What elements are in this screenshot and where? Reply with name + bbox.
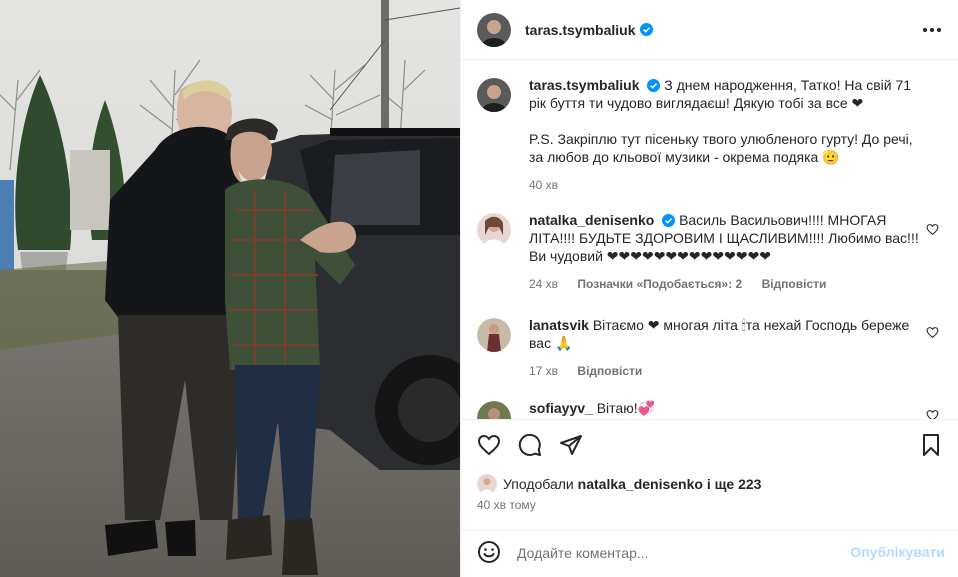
verified-badge-icon xyxy=(639,23,653,36)
photo-father-and-son xyxy=(0,0,460,577)
comment-item: sofiayyv_ Вітаю!💞 xyxy=(477,399,947,419)
caption-meta: 40 хв xyxy=(529,176,924,194)
reply-button[interactable]: Відповісти xyxy=(762,277,827,291)
caption-ps-text: P.S. Закріплю тут пісеньку твого улюблен… xyxy=(529,131,913,165)
post-photo[interactable] xyxy=(0,0,460,577)
comment-item: lanatsvik Вітаємо ❤ многая літа 🕯та неха… xyxy=(477,316,947,380)
caption-author-avatar[interactable] xyxy=(477,78,511,112)
like-comment-heart-icon[interactable] xyxy=(926,326,939,339)
comment-text: Вітаю!💞 xyxy=(596,400,656,416)
comment-bubble-icon[interactable] xyxy=(518,433,542,457)
post-actions: Уподобали natalka_denisenko і ще 223 40 … xyxy=(461,419,958,531)
reply-button[interactable]: Відповісти xyxy=(577,364,642,378)
commenter-avatar[interactable] xyxy=(477,213,511,247)
share-send-icon[interactable] xyxy=(559,433,583,457)
more-options-icon[interactable] xyxy=(921,20,943,40)
caption-time[interactable]: 40 хв xyxy=(529,178,558,192)
post-caption: taras.tsymbaliuk З днем народження, Татк… xyxy=(477,76,947,194)
comment-input[interactable] xyxy=(517,543,847,563)
comments-list[interactable]: taras.tsymbaliuk З днем народження, Татк… xyxy=(461,61,958,419)
comment-meta: 17 хв Відповісти xyxy=(529,362,924,380)
comment-composer: Опублікувати xyxy=(461,530,958,577)
author-avatar[interactable] xyxy=(477,12,511,47)
caption-username[interactable]: taras.tsymbaliuk xyxy=(529,77,640,93)
post-comment-button[interactable]: Опублікувати xyxy=(850,544,945,560)
commenter-avatar[interactable] xyxy=(477,318,511,352)
comment-time[interactable]: 17 хв xyxy=(529,364,558,378)
commenter-username[interactable]: lanatsvik xyxy=(529,317,589,333)
liked-by: Уподобали natalka_denisenko і ще 223 xyxy=(477,474,761,494)
post-header: taras.tsymbaliuk xyxy=(461,0,958,60)
liked-by-prefix: Уподобали xyxy=(503,476,574,492)
commenter-avatar[interactable] xyxy=(477,401,511,419)
post-timestamp[interactable]: 40 хв тому xyxy=(477,498,536,512)
comment-likes-count[interactable]: Позначки «Подобається»: 2 xyxy=(577,277,742,291)
verified-badge-icon xyxy=(662,214,676,227)
commenter-username[interactable]: sofiayyv_ xyxy=(529,400,593,416)
commenter-username[interactable]: natalka_denisenko xyxy=(529,212,654,228)
comment-time[interactable]: 24 хв xyxy=(529,277,558,291)
author-username[interactable]: taras.tsymbaliuk xyxy=(525,22,636,38)
post-side-panel: taras.tsymbaliuk taras.tsymbaliuk З днем… xyxy=(460,0,958,577)
liker-avatar[interactable] xyxy=(477,474,497,494)
verified-badge-icon xyxy=(647,79,661,92)
comment-meta: 24 хв Позначки «Подобається»: 2 Відповіс… xyxy=(529,275,924,293)
instagram-post: taras.tsymbaliuk taras.tsymbaliuk З днем… xyxy=(0,0,958,577)
like-heart-icon[interactable] xyxy=(477,433,501,457)
like-comment-heart-icon[interactable] xyxy=(926,223,939,236)
liked-by-user[interactable]: natalka_denisenko xyxy=(578,476,703,492)
comment-item: natalka_denisenko Василь Васильович!!!! … xyxy=(477,211,947,293)
liked-by-others[interactable]: і ще 223 xyxy=(707,476,762,492)
save-bookmark-icon[interactable] xyxy=(919,433,943,457)
like-comment-heart-icon[interactable] xyxy=(926,409,939,419)
emoji-smiley-icon[interactable] xyxy=(477,540,501,564)
